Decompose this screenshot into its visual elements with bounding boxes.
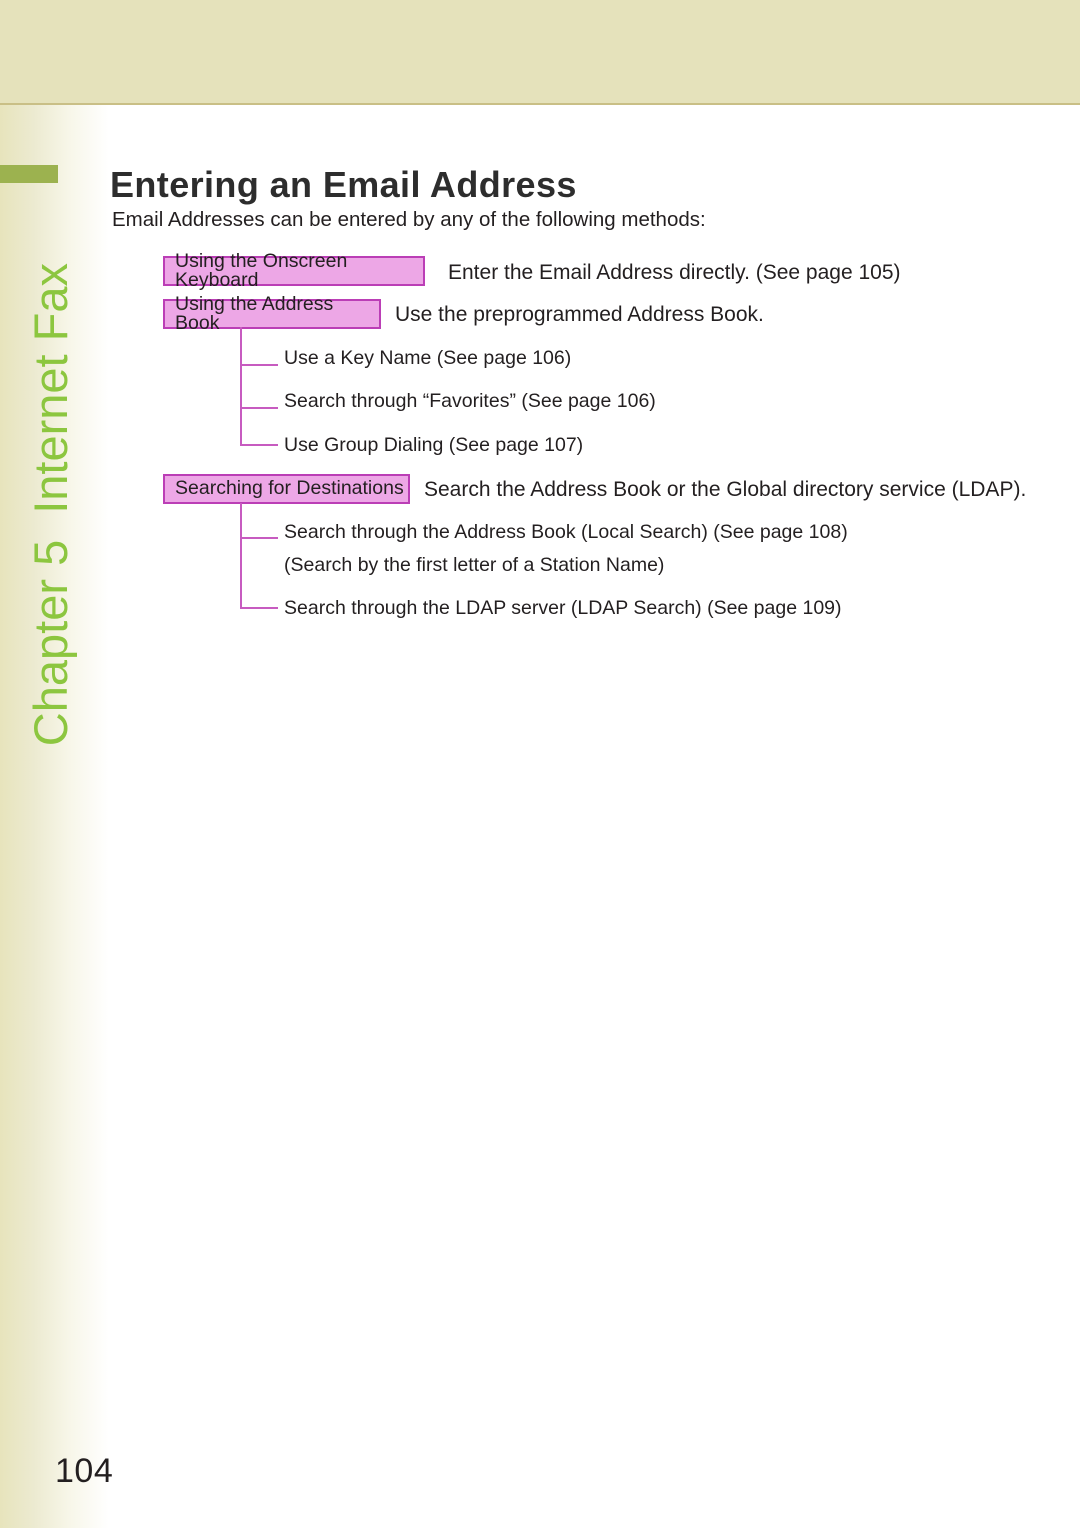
intro-paragraph: Email Addresses can be entered by any of… <box>112 208 706 231</box>
tree-connector-stub-key-name <box>240 364 278 366</box>
method-label-onscreen-keyboard: Using the Onscreen Keyboard <box>163 251 425 290</box>
method-label-address-book: Using the Address Book <box>163 294 381 333</box>
method-description-address-book: Use the preprogrammed Address Book. <box>395 303 764 326</box>
sub-item-group-dialing: Use Group Dialing (See page 107) <box>284 434 584 456</box>
method-label-searching-destinations: Searching for Destinations <box>163 474 410 504</box>
page-content: Entering an Email Address Email Addresse… <box>0 0 1080 1528</box>
tree-connector-vertical-address-book <box>240 327 242 445</box>
tree-connector-stub-ldap-search <box>240 607 278 609</box>
tree-connector-stub-group-dialing <box>240 444 278 446</box>
method-description-onscreen-keyboard: Enter the Email Address directly. (See p… <box>448 261 901 284</box>
tree-connector-stub-favorites <box>240 407 278 409</box>
tree-connector-vertical-searching <box>240 503 242 608</box>
sub-item-local-search: Search through the Address Book (Local S… <box>284 521 848 543</box>
method-description-searching-destinations: Search the Address Book or the Global di… <box>424 478 1027 501</box>
sub-item-station-name-note: (Search by the first letter of a Station… <box>284 554 665 576</box>
tree-connector-stub-local-search <box>240 537 278 539</box>
sub-item-ldap-search: Search through the LDAP server (LDAP Sea… <box>284 597 842 619</box>
page-title: Entering an Email Address <box>110 164 577 206</box>
page-number: 104 <box>55 1452 114 1490</box>
sub-item-key-name: Use a Key Name (See page 106) <box>284 347 572 369</box>
sub-item-favorites: Search through “Favorites” (See page 106… <box>284 390 656 412</box>
